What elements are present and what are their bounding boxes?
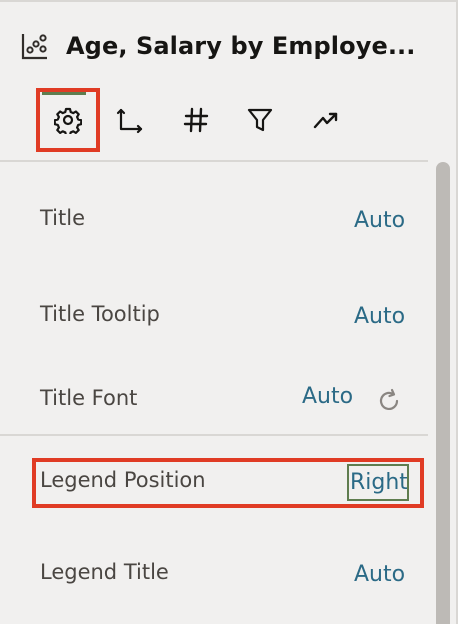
top-border [0, 0, 458, 2]
tab-highlight [36, 88, 100, 152]
hash-icon [183, 107, 209, 133]
tab-analytics[interactable] [294, 88, 358, 152]
axis-icon [116, 108, 143, 134]
row-highlight [32, 458, 424, 508]
title-font-label: Title Font [40, 386, 138, 410]
panel-title: Age, Salary by Employe... [66, 32, 416, 60]
title-tooltip-label: Title Tooltip [40, 302, 160, 326]
scatter-chart-icon [21, 34, 47, 60]
reset-icon[interactable] [376, 388, 402, 414]
tab-axis[interactable] [98, 88, 162, 152]
scrollbar[interactable] [436, 162, 450, 624]
title-font-row: Title Font Auto [0, 380, 430, 420]
filter-icon [247, 108, 273, 132]
title-value-link[interactable]: Auto [354, 208, 405, 233]
tab-filter[interactable] [228, 88, 292, 152]
tab-properties[interactable] [36, 88, 100, 152]
panel-header: Age, Salary by Employe... [20, 28, 416, 64]
title-font-value-link[interactable]: Auto [302, 384, 353, 409]
tabs-divider [0, 160, 428, 162]
title-label: Title [40, 206, 86, 230]
title-tooltip-row: Title Tooltip Auto [0, 296, 430, 336]
legend-title-value-link[interactable]: Auto [354, 562, 405, 587]
trend-icon [313, 112, 338, 129]
title-row: Title Auto [0, 200, 430, 240]
section-divider [0, 434, 428, 436]
tab-values[interactable] [164, 88, 228, 152]
title-tooltip-value-link[interactable]: Auto [354, 304, 405, 329]
legend-title-row: Legend Title Auto [0, 554, 430, 594]
legend-title-label: Legend Title [40, 560, 169, 584]
